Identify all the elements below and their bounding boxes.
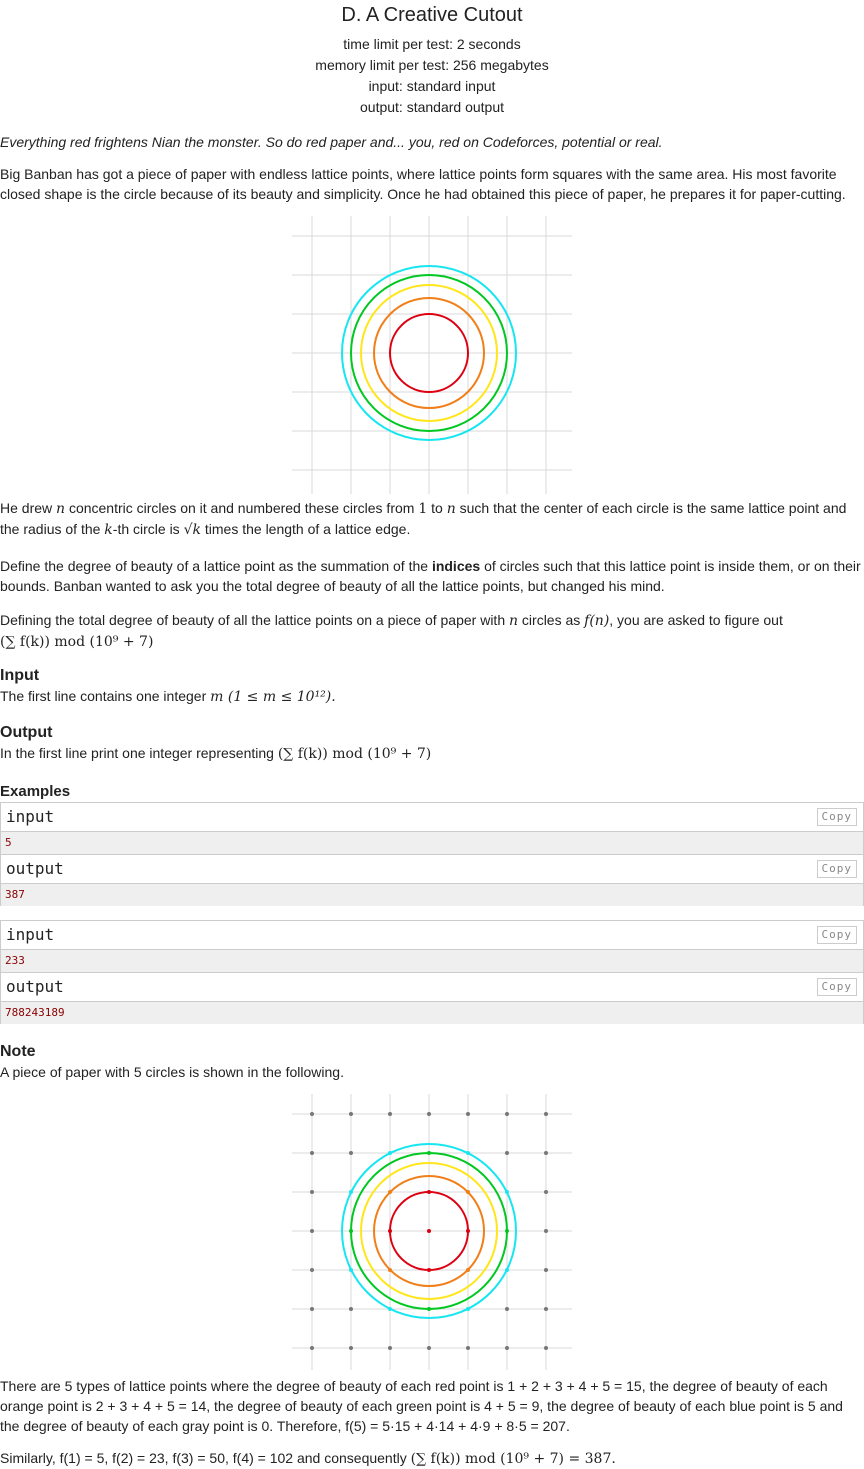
lattice-point bbox=[544, 1346, 548, 1350]
statement-paragraph-4: Defining the total degree of beauty of a… bbox=[0, 612, 783, 650]
lattice-point bbox=[349, 1112, 353, 1116]
lattice-point bbox=[388, 1346, 392, 1350]
lattice-point bbox=[505, 1346, 509, 1350]
lattice-point bbox=[427, 1112, 431, 1116]
example-output-data: 387 bbox=[1, 884, 863, 906]
lattice-point bbox=[466, 1268, 470, 1272]
lattice-point bbox=[388, 1190, 392, 1194]
example-input-title: input Copy bbox=[1, 921, 863, 950]
lattice-point bbox=[505, 1190, 509, 1194]
lattice-point bbox=[544, 1112, 548, 1116]
input-file: input: standard input bbox=[368, 78, 496, 94]
lattice-point bbox=[388, 1307, 392, 1311]
lattice-point bbox=[427, 1307, 431, 1311]
lattice-point bbox=[310, 1229, 314, 1233]
problem-header: D. A Creative Cutout time limit per test… bbox=[0, 0, 864, 118]
lattice-point bbox=[505, 1307, 509, 1311]
example-input-data: 5 bbox=[1, 832, 863, 854]
example-output-data: 788243189 bbox=[1, 1002, 863, 1024]
grid-lines bbox=[292, 216, 572, 494]
lattice-point bbox=[544, 1268, 548, 1272]
lattice-point bbox=[466, 1112, 470, 1116]
lattice-point bbox=[310, 1112, 314, 1116]
lattice-point bbox=[349, 1151, 353, 1155]
input-heading: Input bbox=[0, 667, 40, 684]
circles-figure bbox=[292, 216, 572, 494]
lattice-point bbox=[310, 1268, 314, 1272]
lattice-point bbox=[310, 1346, 314, 1350]
output-spec-text: In the first line print one integer repr… bbox=[0, 745, 432, 762]
memory-limit: memory limit per test: 256 megabytes bbox=[315, 57, 549, 73]
note-intro: A piece of paper with 5 circles is shown… bbox=[0, 1064, 344, 1080]
example-input-data: 233 bbox=[1, 950, 863, 972]
example-output-title: output Copy bbox=[1, 972, 863, 1002]
sum-formula: (∑ f(k)) mod (10⁹ + 7) bbox=[0, 634, 154, 650]
copy-button[interactable]: Copy bbox=[816, 808, 857, 826]
example-output-title: output Copy bbox=[1, 854, 863, 884]
lattice-point bbox=[310, 1190, 314, 1194]
copy-button[interactable]: Copy bbox=[816, 860, 857, 878]
legend-text: Everything red frightens Nian the monste… bbox=[0, 134, 663, 150]
output-file: output: standard output bbox=[360, 99, 504, 115]
lattice-point bbox=[505, 1151, 509, 1155]
lattice-point bbox=[544, 1151, 548, 1155]
problem-title: D. A Creative Cutout bbox=[341, 4, 523, 26]
example-input-title: input Copy bbox=[1, 803, 863, 832]
lattice-point bbox=[466, 1190, 470, 1194]
lattice-point bbox=[544, 1307, 548, 1311]
lattice-point bbox=[466, 1307, 470, 1311]
lattice-point bbox=[427, 1268, 431, 1272]
output-heading: Output bbox=[0, 724, 53, 741]
time-limit: time limit per test: 2 seconds bbox=[343, 36, 521, 52]
lattice-point bbox=[388, 1151, 392, 1155]
lattice-point bbox=[427, 1229, 431, 1233]
example-2: input Copy 233 output Copy 788243189 bbox=[0, 920, 864, 1024]
input-spec-text: The first line contains one integer m (1… bbox=[0, 688, 336, 705]
copy-button[interactable]: Copy bbox=[816, 926, 857, 944]
lattice-point bbox=[349, 1229, 353, 1233]
lattice-point bbox=[427, 1190, 431, 1194]
lattice-point bbox=[505, 1112, 509, 1116]
example-1: input Copy 5 output Copy 387 bbox=[0, 802, 864, 906]
lattice-point bbox=[310, 1151, 314, 1155]
lattice-point bbox=[388, 1229, 392, 1233]
note-paragraph-1: There are 5 types of lattice points wher… bbox=[0, 1378, 843, 1434]
statement-paragraph-2: He drew n concentric circles on it and n… bbox=[0, 500, 847, 538]
note-paragraph-2: Similarly, f(1) = 5, f(2) = 23, f(3) = 5… bbox=[0, 1450, 616, 1467]
lattice-point bbox=[427, 1346, 431, 1350]
lattice-point bbox=[427, 1151, 431, 1155]
lattice-point bbox=[544, 1190, 548, 1194]
lattice-point bbox=[466, 1229, 470, 1233]
lattice-point bbox=[505, 1268, 509, 1272]
lattice-point bbox=[349, 1268, 353, 1272]
lattice-point bbox=[466, 1151, 470, 1155]
statement-paragraph-3: Define the degree of beauty of a lattice… bbox=[0, 558, 861, 594]
lattice-point bbox=[349, 1190, 353, 1194]
statement-paragraph-1: Big Banban has got a piece of paper with… bbox=[0, 166, 846, 202]
examples-heading: Examples bbox=[0, 783, 71, 800]
lattice-figure bbox=[292, 1094, 572, 1370]
lattice-point bbox=[349, 1307, 353, 1311]
note-heading: Note bbox=[0, 1043, 36, 1060]
copy-button[interactable]: Copy bbox=[816, 978, 857, 996]
lattice-point bbox=[388, 1268, 392, 1272]
lattice-point bbox=[310, 1307, 314, 1311]
lattice-point bbox=[505, 1229, 509, 1233]
lattice-point bbox=[544, 1229, 548, 1233]
lattice-point bbox=[388, 1112, 392, 1116]
lattice-point bbox=[466, 1346, 470, 1350]
lattice-point bbox=[349, 1346, 353, 1350]
